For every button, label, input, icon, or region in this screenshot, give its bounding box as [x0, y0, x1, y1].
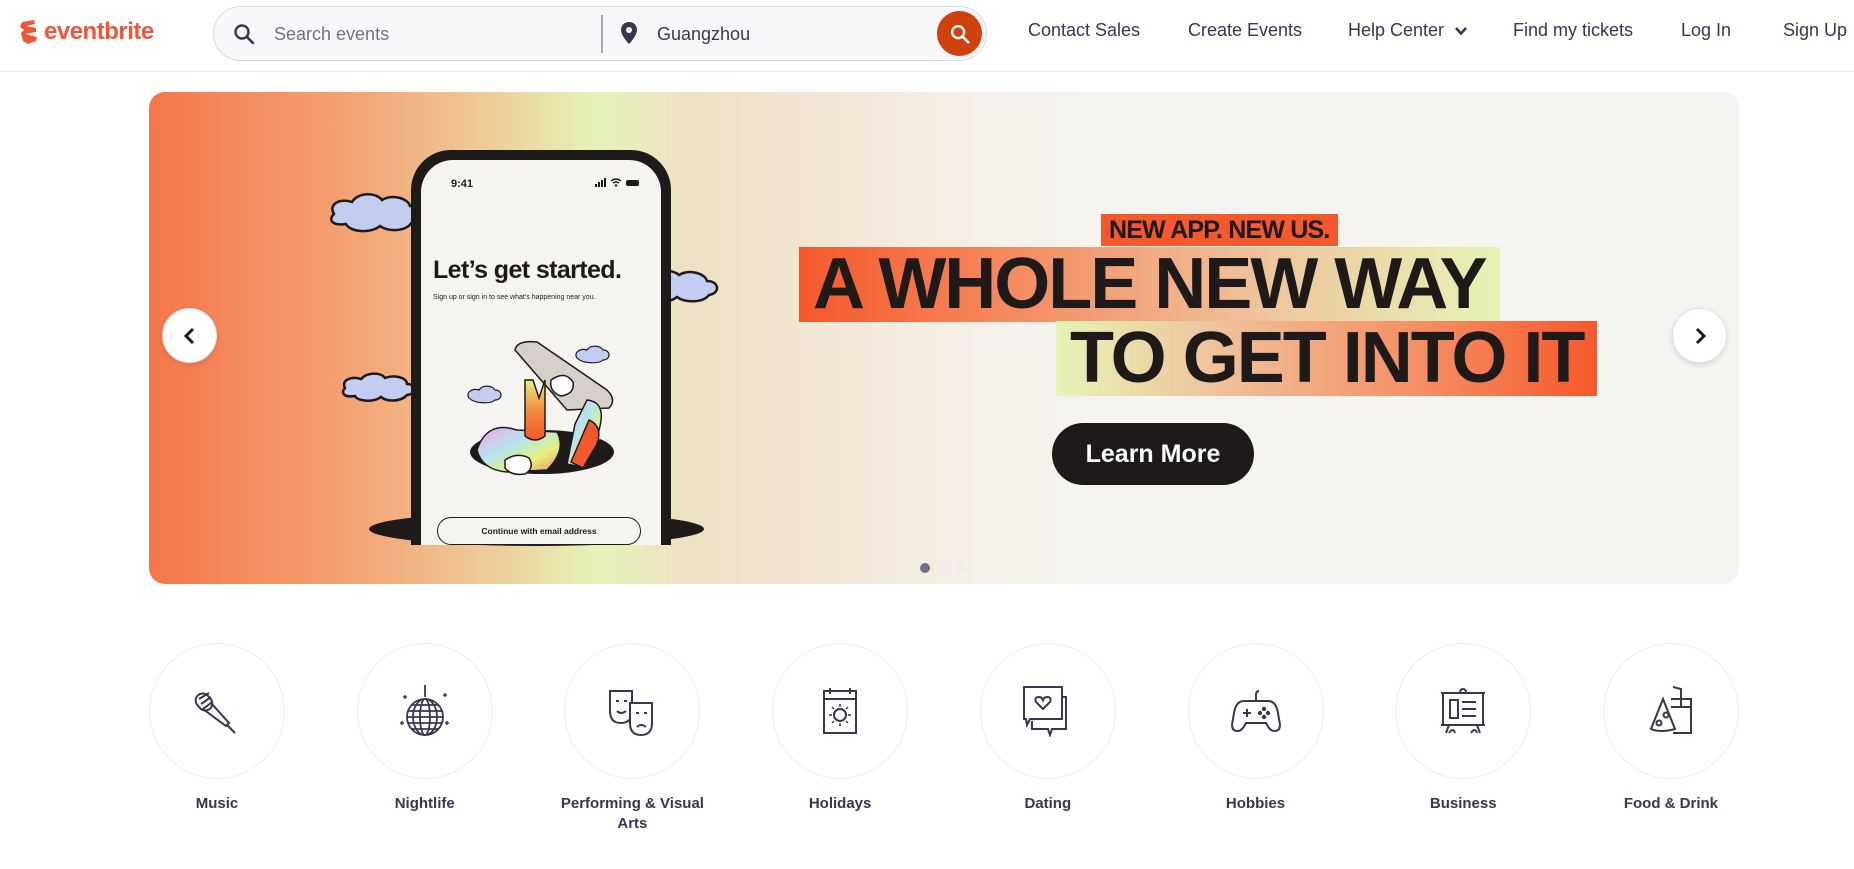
logo-text: eventbrite — [44, 18, 154, 45]
eventbrite-logo[interactable]: eventbrite — [18, 18, 154, 46]
phone-status-icons — [595, 178, 639, 187]
microphone-icon — [194, 692, 236, 734]
gamepad-icon — [1230, 690, 1281, 733]
nav-find-my-tickets[interactable]: Find my tickets — [1513, 20, 1633, 41]
carousel-next-button[interactable] — [1672, 308, 1727, 363]
chat-heart-icon — [1022, 686, 1067, 737]
theater-masks-icon — [609, 690, 654, 737]
phone-title: Let’s get started. — [433, 256, 622, 284]
carousel-pagination — [920, 563, 966, 573]
category-label: Hobbies — [1225, 795, 1286, 812]
category-business[interactable]: Business — [1395, 643, 1532, 834]
hero-headline-line-1: A WHOLE NEW WAY — [799, 247, 1500, 322]
category-dating[interactable]: Dating — [979, 643, 1116, 834]
character-illustration — [467, 340, 614, 476]
category-circle[interactable] — [979, 643, 1116, 779]
phone-mockup: 9:41 Let’s get started. Sign up or sign … — [411, 150, 671, 545]
cloud-icon — [341, 372, 416, 402]
search-divider — [601, 15, 603, 53]
carousel-dot-3[interactable] — [956, 563, 966, 573]
category-circle[interactable] — [356, 643, 493, 779]
nav-help-center-label[interactable]: Help Center — [1348, 20, 1444, 41]
nav-contact-sales[interactable]: Contact Sales — [1028, 20, 1140, 41]
presentation-board-icon — [1441, 687, 1486, 734]
calendar-sun-icon — [823, 688, 858, 734]
category-circle[interactable] — [1602, 643, 1739, 779]
search-bar — [213, 6, 987, 61]
search-icon — [950, 24, 970, 44]
hero-eyebrow: NEW APP. NEW US. — [1101, 214, 1338, 246]
category-label: Music — [195, 795, 239, 812]
category-label: Dating — [1024, 795, 1072, 812]
nav-create-events-label[interactable]: Create Events — [1188, 20, 1302, 41]
top-navigation-bar: eventbrite Contact Sales Create Events H… — [0, 0, 1854, 72]
category-label: Business — [1429, 795, 1497, 812]
nav-find-my-tickets-label[interactable]: Find my tickets — [1513, 20, 1633, 41]
learn-more-button[interactable]: Learn More — [1052, 423, 1254, 485]
phone-subtitle: Sign up or sign in to see what’s happeni… — [433, 294, 596, 301]
hero-headline-line-2: TO GET INTO IT — [1056, 321, 1598, 396]
nav-sign-up-label[interactable]: Sign Up — [1783, 20, 1847, 41]
phone-screen: 9:41 Let’s get started. Sign up or sign … — [421, 160, 661, 545]
disco-ball-icon — [399, 685, 449, 736]
nav-log-in[interactable]: Log In — [1681, 20, 1731, 41]
category-music[interactable]: Music — [149, 643, 285, 834]
category-food-drink[interactable]: Food & Drink — [1602, 643, 1739, 834]
location-input[interactable] — [657, 21, 917, 47]
search-icon — [234, 24, 255, 45]
category-performing-visual-arts[interactable]: Performing & Visual Arts — [561, 643, 704, 834]
category-circle[interactable] — [149, 643, 285, 779]
nav-create-events[interactable]: Create Events — [1188, 20, 1302, 41]
category-list: Music Nightlife Performing & Visual Arts — [149, 643, 1739, 834]
phone-continue-email-button: Continue with email address — [437, 517, 641, 545]
search-events-input[interactable] — [274, 21, 594, 47]
eventbrite-logo-icon — [20, 20, 37, 44]
nav-help-center[interactable]: Help Center — [1348, 20, 1468, 41]
phone-time: 9:41 — [451, 178, 474, 190]
pizza-drink-icon — [1649, 686, 1692, 734]
nav-sign-up[interactable]: Sign Up — [1783, 20, 1847, 41]
carousel-dot-2[interactable] — [938, 563, 948, 573]
hero-carousel: 9:41 Let’s get started. Sign up or sign … — [149, 92, 1739, 584]
category-circle[interactable] — [1187, 643, 1324, 779]
category-label: Nightlife — [394, 795, 455, 812]
category-label: Holidays — [808, 795, 872, 812]
category-holidays[interactable]: Holidays — [772, 643, 909, 834]
category-circle[interactable] — [1395, 643, 1532, 779]
carousel-previous-button[interactable] — [162, 308, 217, 363]
nav-log-in-label[interactable]: Log In — [1681, 20, 1731, 41]
search-submit-button[interactable] — [937, 11, 982, 56]
chevron-right-icon — [1695, 327, 1706, 344]
carousel-dot-1[interactable] — [920, 563, 930, 573]
category-circle[interactable] — [772, 643, 909, 779]
category-circle[interactable] — [564, 643, 701, 779]
category-label: Performing & Visual Arts — [560, 795, 704, 832]
chevron-left-icon — [183, 327, 194, 344]
category-label: Food & Drink — [1623, 795, 1718, 812]
chevron-down-icon[interactable] — [1454, 24, 1468, 38]
category-nightlife[interactable]: Nightlife — [356, 643, 493, 834]
location-pin-icon — [621, 22, 637, 44]
nav-contact-sales-label[interactable]: Contact Sales — [1028, 20, 1140, 41]
category-hobbies[interactable]: Hobbies — [1187, 643, 1324, 834]
